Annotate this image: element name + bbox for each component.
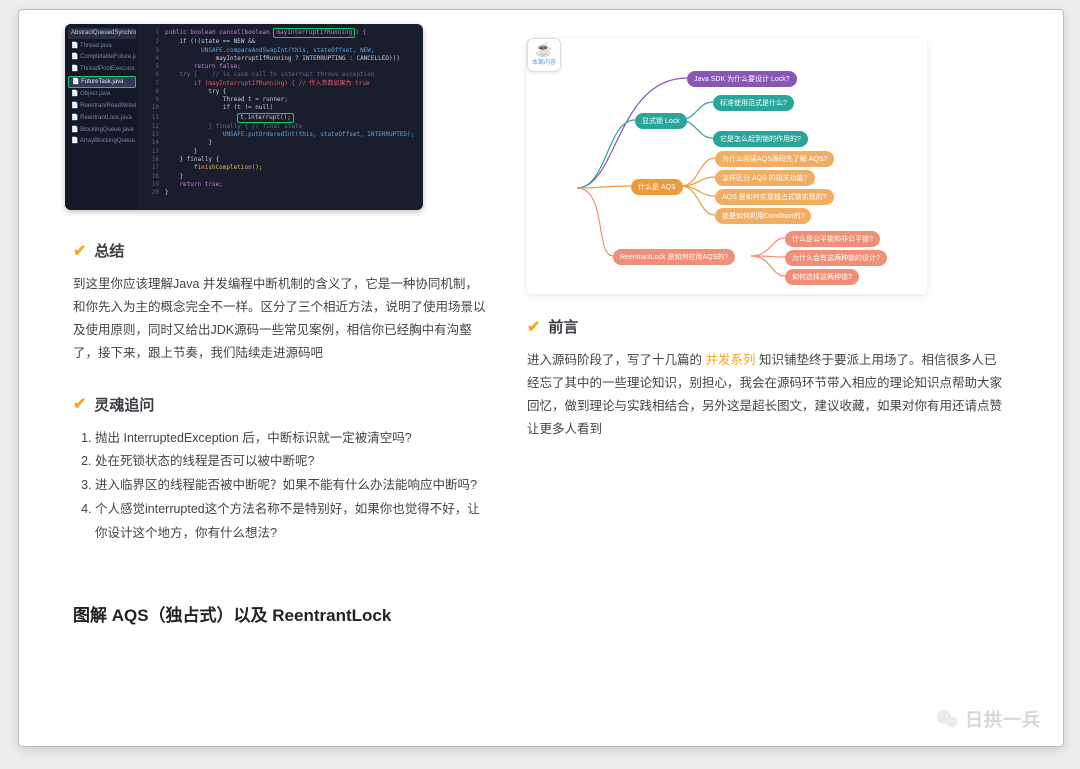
code-file-item: 📄 CompletableFuture.java [68,52,136,63]
check-icon: ✔ [527,317,540,337]
mindmap-node: 为什么阅读AQS源码先了解 AQS? [715,151,834,167]
question-item: 进入临界区的线程能否被中断呢？如果不能有什么办法能响应中断吗? [95,474,487,498]
mindmap-node: 什么是 AQS [631,179,683,195]
mindmap-screenshot: ☕ 本篇内容 Java SDK 为什么要设计 Lock? 显式锁 Lock 标准… [527,38,927,294]
preface-link[interactable]: 并发系列 [705,353,755,367]
page-frame: AbstractQueuedSynchronizer.java 📄 Thread… [0,0,1080,769]
java-cup-icon: ☕ [528,39,560,59]
code-file-item: 📄 Object.java [68,89,136,100]
preface-pre: 进入源码阶段了，写了十几篇的 [527,353,705,367]
mindmap-node: 标准使用范式是什么? [713,95,794,111]
code-file-item: 📄 BlockingQueue.java [68,125,136,136]
code-tab: AbstractQueuedSynchronizer.java [68,28,136,39]
code-file-sidebar: AbstractQueuedSynchronizer.java 📄 Thread… [65,24,139,210]
mindmap-node: AQS 是如何实现独占式锁实现的? [715,189,834,205]
code-body: 1public boolean cancel(boolean mayInterr… [139,24,423,210]
mindmap-node: 它是怎么起到锁的作用的? [713,131,808,147]
code-file-item: 📄 ReentrantReadWriteLock.java [68,101,136,112]
left-column: AbstractQueuedSynchronizer.java 📄 Thread… [19,10,507,746]
code-file-item: 📄 ReentrantLock.java [68,113,136,124]
mindmap-node: 为什么会有这两种锁的设计? [785,250,887,266]
preface-heading: ✔ 前言 [527,316,1003,337]
question-item: 处在死锁状态的线程是否可以被中断呢? [95,450,487,474]
code-file-item: 📄 Thread.java [68,41,136,52]
summary-heading-text: 总结 [94,240,124,261]
mindmap-node: ReentrantLock 是如何应用AQS的? [613,249,735,265]
document-sheet: AbstractQueuedSynchronizer.java 📄 Thread… [18,9,1064,747]
right-column: ☕ 本篇内容 Java SDK 为什么要设计 Lock? 显式锁 Lock 标准… [507,10,1063,746]
check-icon: ✔ [73,241,86,261]
soul-heading-text: 灵魂追问 [94,394,154,415]
mindmap-node: 如何选择这两种锁? [785,269,859,285]
code-file-item: 📄 ThreadPoolExecutor.java [68,64,136,75]
question-item: 抛出 InterruptedException 后，中断标识就一定被清空吗? [95,427,487,451]
soul-heading: ✔ 灵魂追问 [73,394,487,415]
mindmap-node: 怎样区分 AQS 的相关功能? [715,170,815,186]
summary-paragraph: 到这里你应该理解Java 并发编程中断机制的含义了，它是一种协同机制，和你先入为… [73,273,487,366]
aqs-heading: 图解 AQS（独占式）以及 ReentrantLock [73,601,487,626]
code-file-item: 📄 FutureTask.java [68,76,136,89]
wechat-icon [935,707,959,731]
code-file-item: 📄 ArrayBlockingQueue.java [68,136,136,147]
code-screenshot: AbstractQueuedSynchronizer.java 📄 Thread… [65,24,423,210]
question-item: 个人感觉interrupted这个方法名称不是特别好，如果你也觉得不好，让你设计… [95,498,487,546]
mindmap-root: ☕ 本篇内容 [527,38,561,72]
mindmap-root-label: 本篇内容 [528,57,560,66]
questions-list: 抛出 InterruptedException 后，中断标识就一定被清空吗?处在… [73,427,487,546]
mindmap-node: Java SDK 为什么要设计 Lock? [687,71,797,87]
preface-heading-text: 前言 [548,316,578,337]
watermark-text: 日拱一兵 [965,706,1041,732]
mindmap-node: 锁是如何利用Condition的? [715,208,811,224]
check-icon: ✔ [73,394,86,414]
mindmap-node: 显式锁 Lock [635,113,687,129]
preface-paragraph: 进入源码阶段了，写了十几篇的 并发系列 知识铺垫终于要派上用场了。相信很多人已经… [527,349,1003,442]
watermark: 日拱一兵 [935,706,1041,732]
mindmap-node: 什么是公平锁和非公平锁? [785,231,880,247]
summary-heading: ✔ 总结 [73,240,487,261]
